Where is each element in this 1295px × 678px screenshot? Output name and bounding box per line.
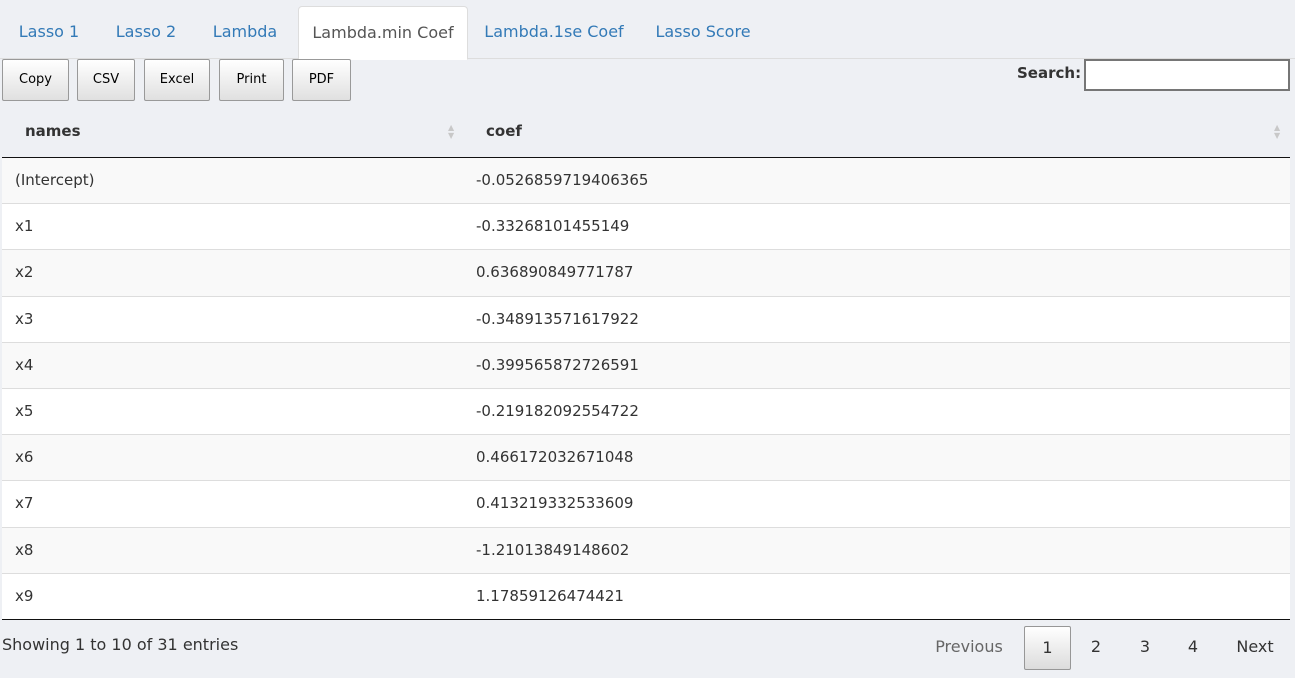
cell-coef: -0.399565872726591 (476, 355, 639, 374)
table-row: x1 -0.33268101455149 (2, 204, 1290, 251)
sort-both-icon: ▲ ▼ (448, 123, 455, 140)
cell-coef: 1.17859126474421 (476, 586, 624, 605)
pdf-button[interactable]: PDF (292, 59, 351, 101)
pagination-page-3[interactable]: 3 (1123, 626, 1167, 670)
cell-coef: -0.348913571617922 (476, 309, 639, 328)
table-info: Showing 1 to 10 of 31 entries (2, 635, 239, 654)
csv-button[interactable]: CSV (77, 59, 135, 101)
table-row: (Intercept) -0.0526859719406365 (2, 158, 1290, 205)
table-row: x5 -0.219182092554722 (2, 388, 1290, 436)
tab-bar: Lasso 1 Lasso 2 Lambda Lambda.min Coef L… (0, 0, 1295, 60)
coef-table: names ▲ ▼ coef ▲ ▼ (Intercept) -0.05268597… (2, 104, 1290, 620)
cell-coef: -0.33268101455149 (476, 217, 630, 236)
cell-name: x6 (15, 448, 34, 467)
pagination-page-1[interactable]: 1 (1024, 626, 1071, 670)
tab-lasso-2[interactable]: Lasso 2 (102, 6, 190, 59)
cell-coef: 0.636890849771787 (476, 263, 634, 282)
cell-name: x1 (15, 217, 34, 236)
table-row: x2 0.636890849771787 (2, 250, 1290, 297)
tab-lasso-score[interactable]: Lasso Score (645, 6, 761, 59)
tab-lambda-1se-coef[interactable]: Lambda.1se Coef (474, 6, 634, 59)
tab-lambda-min-coef[interactable]: Lambda.min Coef (298, 6, 468, 60)
cell-coef: 0.466172032671048 (476, 448, 634, 467)
cell-name: x3 (15, 309, 34, 328)
cell-coef: 0.413219332533609 (476, 494, 634, 513)
cell-name: (Intercept) (15, 171, 95, 189)
cell-name: x9 (15, 586, 34, 605)
table-row: x8 -1.21013849148602 (2, 527, 1290, 574)
pagination-page-4[interactable]: 4 (1171, 626, 1215, 670)
pagination-page-2[interactable]: 2 (1074, 626, 1118, 670)
cell-name: x2 (15, 263, 34, 282)
table-row: x3 -0.348913571617922 (2, 296, 1290, 343)
tab-lambda[interactable]: Lambda (200, 6, 290, 59)
copy-button[interactable]: Copy (2, 59, 69, 101)
cell-coef: -1.21013849148602 (476, 540, 630, 559)
cell-coef: -0.0526859719406365 (476, 171, 649, 189)
column-header-names[interactable]: names (25, 122, 81, 140)
sort-both-icon: ▲ ▼ (1274, 123, 1281, 140)
table-row: x9 1.17859126474421 (2, 573, 1290, 620)
cell-name: x7 (15, 494, 34, 513)
cell-coef: -0.219182092554722 (476, 401, 639, 420)
cell-name: x4 (15, 355, 34, 374)
pagination-previous[interactable]: Previous (924, 626, 1014, 670)
tab-lasso-1[interactable]: Lasso 1 (6, 6, 92, 59)
print-button[interactable]: Print (219, 59, 284, 101)
column-header-coef[interactable]: coef (486, 122, 522, 140)
search-label: Search: (1017, 64, 1082, 82)
pagination-next[interactable]: Next (1222, 626, 1288, 670)
table-row: x7 0.413219332533609 (2, 481, 1290, 528)
table-body: (Intercept) -0.0526859719406365 x1 -0.33… (2, 158, 1290, 620)
search-input[interactable] (1084, 59, 1290, 91)
table-row: x6 0.466172032671048 (2, 435, 1290, 482)
table-row: x4 -0.399565872726591 (2, 342, 1290, 389)
excel-button[interactable]: Excel (144, 59, 210, 101)
cell-name: x8 (15, 540, 34, 559)
cell-name: x5 (15, 401, 34, 420)
table-header: names ▲ ▼ coef ▲ ▼ (2, 104, 1290, 158)
